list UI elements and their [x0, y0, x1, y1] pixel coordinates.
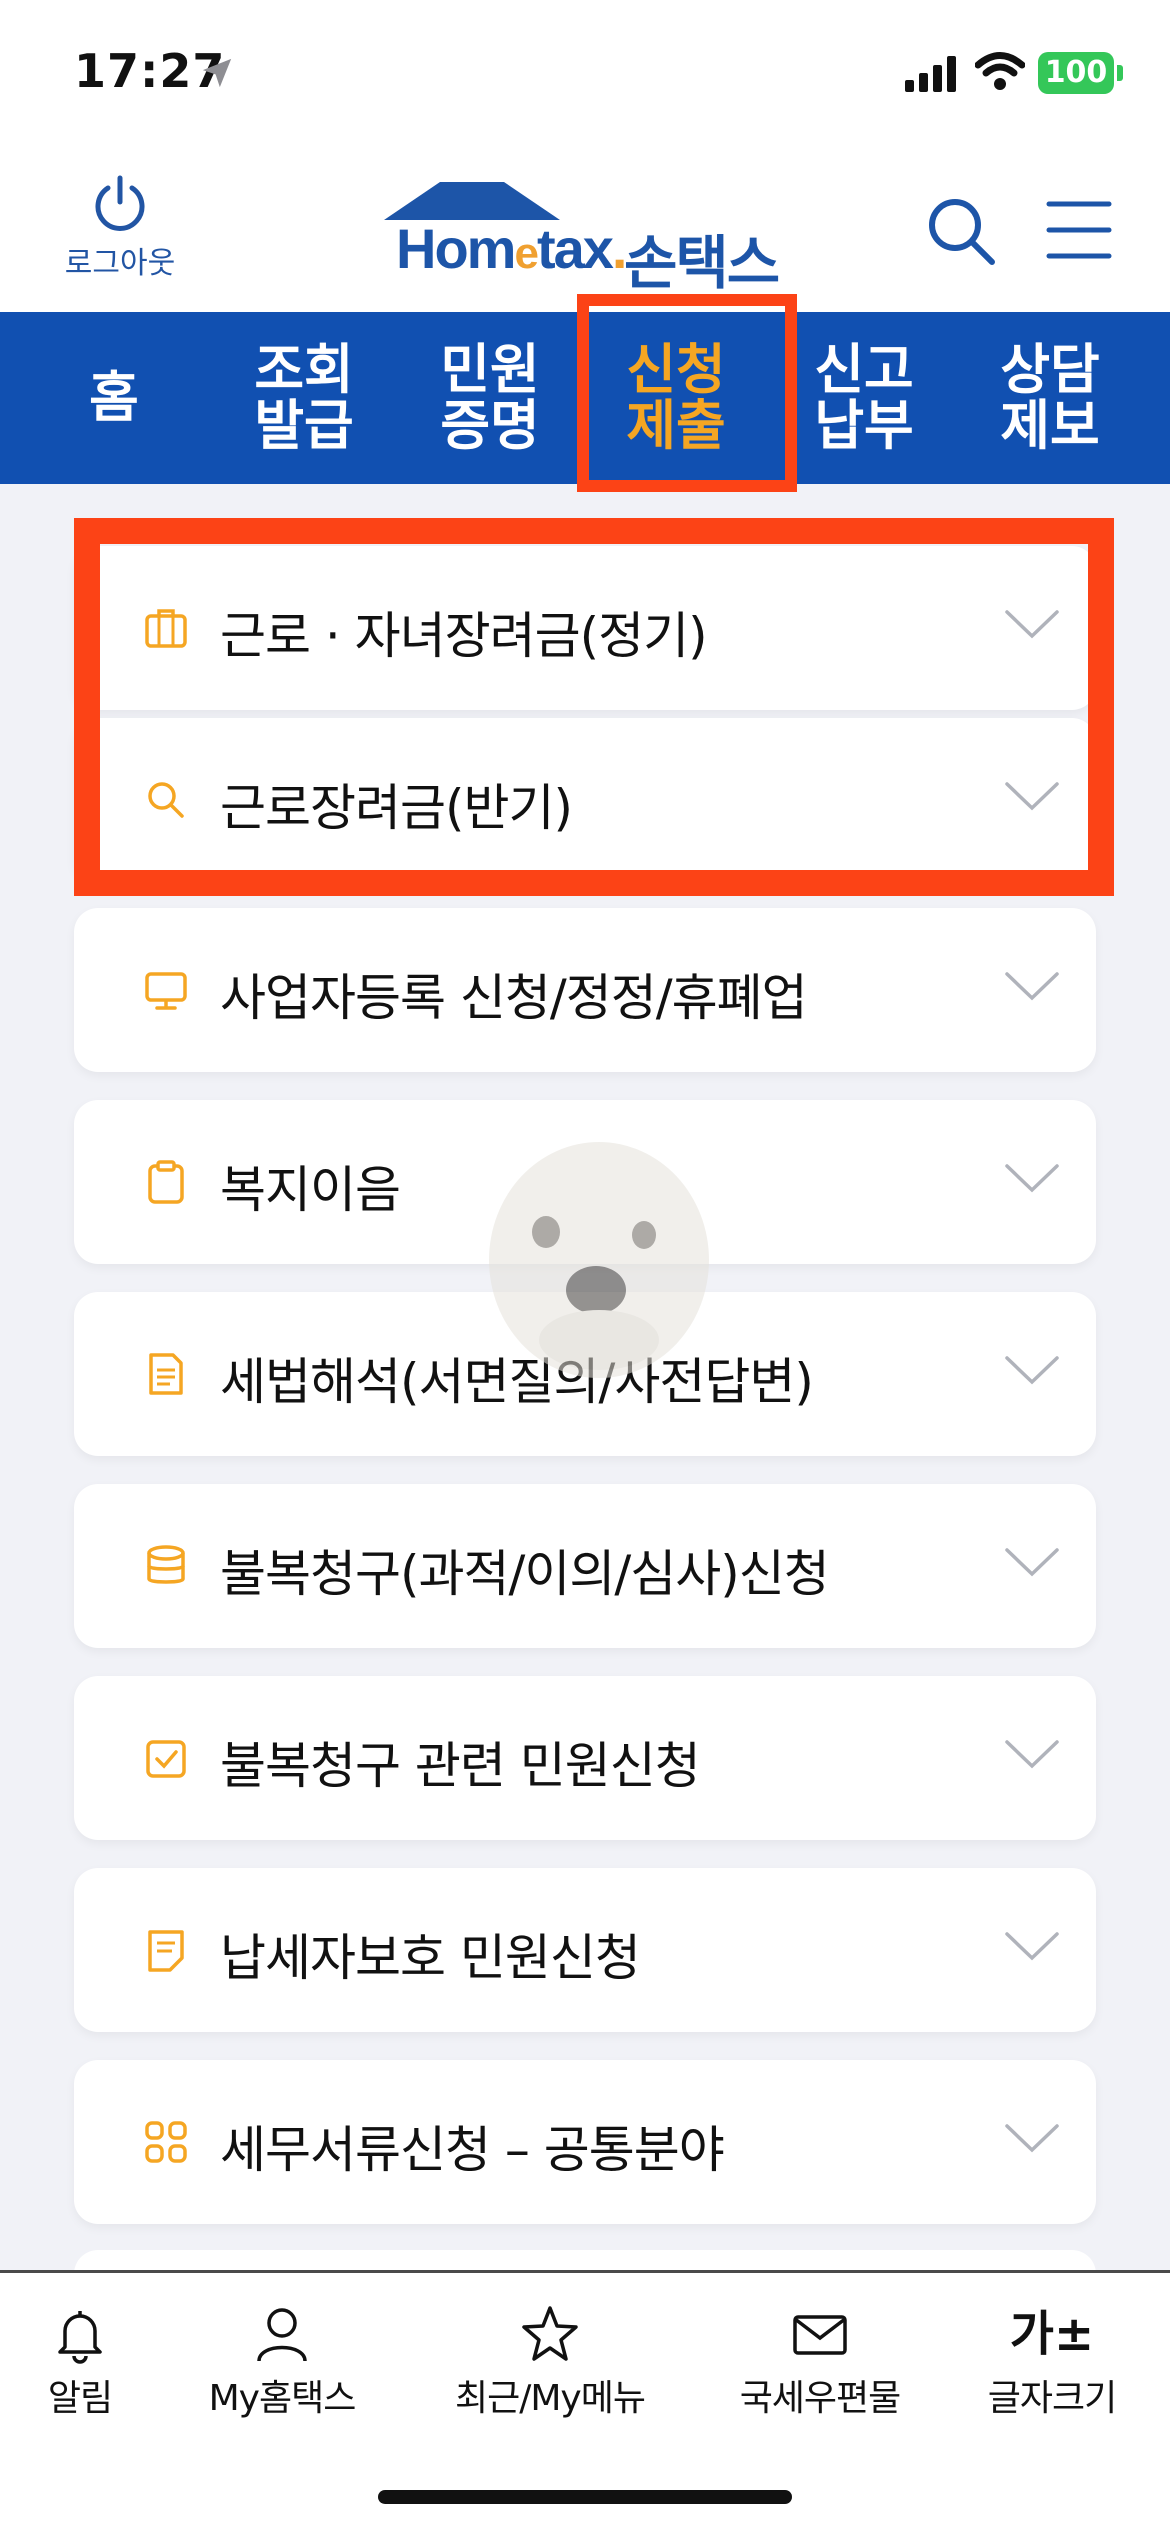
menu-item-taxpayer-protection[interactable]: 납세자보호 민원신청	[74, 1868, 1096, 2032]
logout-button[interactable]: 로그아웃	[50, 172, 190, 282]
menu-item-appeal-civil[interactable]: 불복청구 관련 민원신청	[74, 1676, 1096, 1840]
location-arrow-icon	[202, 58, 232, 88]
chevron-down-icon	[1005, 1164, 1059, 1193]
signal-icon	[905, 56, 956, 92]
dog-face-sticker	[489, 1142, 709, 1378]
list-highlight-box	[74, 518, 1114, 896]
nav-tab-home[interactable]: 홈	[54, 312, 174, 484]
tab-label: 글자크기	[987, 2378, 1117, 2419]
logo-text: Hometax.	[396, 217, 627, 280]
menu-item-label: 불복청구(과적/이의/심사)신청	[220, 1545, 830, 1603]
menu-item-label: 세무서류신청 – 공통분야	[220, 2121, 725, 2179]
tab-font-size[interactable]: 가± 글자크기	[932, 2303, 1170, 2421]
app-header: 로그아웃 Hometax. 손택스	[0, 150, 1170, 312]
menu-item-label: 납세자보호 민원신청	[220, 1929, 641, 1987]
nav-tab-civil[interactable]: 민원 증명	[422, 312, 558, 484]
tab-label: 국세우편물	[739, 2378, 902, 2419]
monitor-icon	[145, 972, 187, 1010]
chevron-down-icon	[1005, 1932, 1059, 1961]
chevron-down-icon	[1005, 1356, 1059, 1385]
bell-icon	[58, 2311, 102, 2364]
document-icon	[149, 1353, 183, 1395]
database-icon	[147, 1545, 185, 1584]
menu-item-business-registration[interactable]: 사업자등록 신청/정정/휴폐업	[74, 908, 1096, 1072]
logout-label: 로그아웃	[64, 246, 176, 281]
person-icon	[257, 2308, 307, 2362]
chevron-down-icon	[1005, 1548, 1059, 1577]
menu-item-appeal[interactable]: 불복청구(과적/이의/심사)신청	[74, 1484, 1096, 1648]
tab-label: My홈택스	[208, 2378, 357, 2419]
mail-icon	[793, 2315, 847, 2355]
menu-item-label: 불복청구 관련 민원신청	[220, 1737, 701, 1795]
chevron-down-icon	[1005, 1740, 1059, 1769]
hamburger-menu-icon[interactable]	[1046, 200, 1112, 260]
hometax-logo[interactable]: Hometax. 손택스	[384, 178, 794, 297]
wifi-icon	[975, 52, 1025, 90]
battery-indicator: 100	[1038, 52, 1114, 94]
checkbox-icon	[146, 1740, 186, 1778]
chevron-down-icon	[1005, 2124, 1059, 2153]
logo-korean: 손택스	[624, 229, 780, 297]
home-indicator	[378, 2490, 792, 2504]
tab-my-hometax[interactable]: My홈택스	[162, 2303, 402, 2421]
nav-highlight-box	[577, 294, 797, 492]
star-icon	[522, 2306, 578, 2361]
menu-item-label: 복지이음	[220, 1161, 401, 1219]
search-icon[interactable]	[926, 196, 996, 266]
nav-tab-report[interactable]: 신고 납부	[796, 312, 932, 484]
nav-tab-inquiry[interactable]: 조회 발급	[236, 312, 372, 484]
status-bar: 17:27 100	[0, 0, 1170, 150]
menu-item-label: 사업자등록 신청/정정/휴폐업	[220, 969, 808, 1027]
battery-cap	[1117, 65, 1123, 81]
grid-icon	[145, 2121, 187, 2163]
menu-item-tax-documents[interactable]: 세무서류신청 – 공통분야	[74, 2060, 1096, 2224]
font-size-icon: 가±	[1009, 2306, 1095, 2362]
tab-recent-my-menu[interactable]: 최근/My메뉴	[430, 2303, 670, 2421]
chevron-down-icon	[1005, 972, 1059, 1001]
clipboard-icon	[148, 1160, 184, 1204]
tab-label: 최근/My메뉴	[455, 2378, 646, 2419]
tab-tax-mail[interactable]: 국세우편물	[700, 2303, 940, 2421]
nav-tab-consult[interactable]: 상담 제보	[982, 312, 1118, 484]
power-icon	[95, 175, 145, 231]
note-icon	[148, 1930, 184, 1972]
